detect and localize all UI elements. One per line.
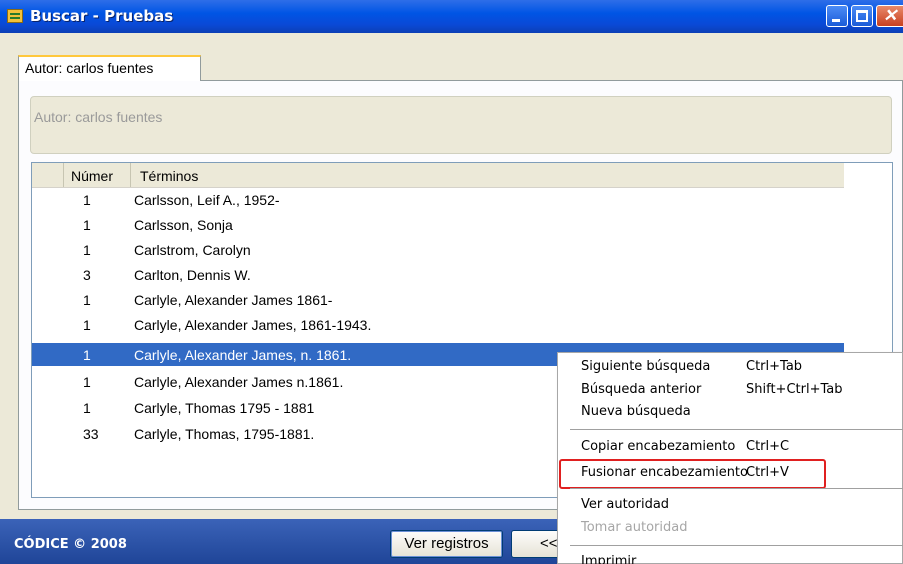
menu-item-label: Copiar encabezamiento [581, 439, 736, 454]
row-term: Carlstrom, Carolyn [134, 242, 251, 258]
column-header-number[interactable]: Númer [64, 163, 131, 187]
row-term: Carlyle, Alexander James n.1861. [134, 374, 344, 390]
maximize-button[interactable] [851, 5, 873, 27]
table-row[interactable]: 1 Carlstrom, Carolyn [32, 238, 844, 261]
menu-item-label: Nueva búsqueda [581, 404, 691, 419]
row-count: 33 [83, 426, 99, 442]
menu-separator [570, 429, 903, 430]
menu-item-take-authority[interactable]: Tomar autoridad [566, 519, 896, 539]
row-term: Carlsson, Sonja [134, 217, 233, 233]
menu-separator [570, 545, 903, 546]
menu-item-label: Siguiente búsqueda [581, 359, 711, 374]
menu-item-label: Búsqueda anterior [581, 382, 702, 397]
grid-row-header-column [32, 163, 64, 187]
menu-item-previous-search[interactable]: Búsqueda anterior Shift+Ctrl+Tab [566, 381, 896, 401]
window-title: Buscar - Pruebas [30, 7, 174, 25]
row-count: 3 [83, 267, 91, 283]
row-term: Carlton, Dennis W. [134, 267, 251, 283]
row-term: Carlyle, Alexander James, 1861-1943. [134, 317, 372, 333]
row-term: Carlyle, Thomas, 1795-1881. [134, 426, 315, 442]
row-count: 1 [83, 317, 91, 333]
table-row[interactable]: 1 Carlsson, Sonja [32, 213, 844, 236]
search-window: Buscar - Pruebas ✕ Autor: carlos fuentes… [0, 0, 903, 564]
menu-item-label: Tomar autoridad [581, 520, 688, 535]
menu-item-new-search[interactable]: Nueva búsqueda [566, 403, 896, 423]
row-count: 1 [83, 192, 91, 208]
row-count: 1 [83, 347, 91, 363]
menu-item-label: Imprimir [581, 554, 637, 564]
app-icon [7, 9, 23, 23]
menu-item-label: Ver autoridad [581, 497, 670, 512]
table-row[interactable]: 1 Carlsson, Leif A., 1952- [32, 188, 844, 211]
table-row[interactable]: 1 Carlyle, Alexander James 1861- [32, 288, 844, 311]
row-count: 1 [83, 374, 91, 390]
row-term: Carlyle, Thomas 1795 - 1881 [134, 400, 315, 416]
maximize-icon [856, 10, 868, 22]
table-row[interactable]: 1 Carlyle, Alexander James, 1861-1943. [32, 313, 844, 336]
tab-search-author[interactable]: Autor: carlos fuentes [18, 55, 201, 81]
menu-item-shortcut: Ctrl+Tab [746, 359, 803, 374]
merge-heading-highlight-box [559, 459, 826, 489]
row-term: Carlyle, Alexander James, n. 1861. [134, 347, 352, 363]
menu-item-print[interactable]: Imprimir [566, 553, 896, 564]
menu-item-copy-heading[interactable]: Copiar encabezamiento Ctrl+C [566, 438, 896, 458]
menu-separator [570, 488, 903, 489]
row-count: 1 [83, 292, 91, 308]
view-records-button[interactable]: Ver registros [390, 530, 503, 558]
menu-item-next-search[interactable]: Siguiente búsqueda Ctrl+Tab [566, 358, 896, 378]
menu-item-view-authority[interactable]: Ver autoridad [566, 496, 896, 516]
search-summary-label: Autor: carlos fuentes [34, 109, 163, 125]
menu-item-shortcut: Ctrl+C [746, 439, 790, 454]
menu-item-shortcut: Shift+Ctrl+Tab [746, 382, 843, 397]
close-icon: ✕ [883, 6, 898, 25]
close-button[interactable]: ✕ [876, 5, 903, 27]
search-summary-box [30, 96, 892, 154]
minimize-icon [832, 19, 840, 22]
title-bar[interactable]: Buscar - Pruebas ✕ [0, 0, 903, 33]
row-count: 1 [83, 242, 91, 258]
row-term: Carlyle, Alexander James 1861- [134, 292, 333, 308]
row-count: 1 [83, 217, 91, 233]
copyright-text: CÓDICE © 2008 [14, 537, 127, 552]
row-count: 1 [83, 400, 91, 416]
row-term: Carlsson, Leif A., 1952- [134, 192, 280, 208]
minimize-button[interactable] [826, 5, 848, 27]
column-header-terms[interactable]: Términos [132, 163, 732, 187]
table-row[interactable]: 3 Carlton, Dennis W. [32, 263, 844, 286]
